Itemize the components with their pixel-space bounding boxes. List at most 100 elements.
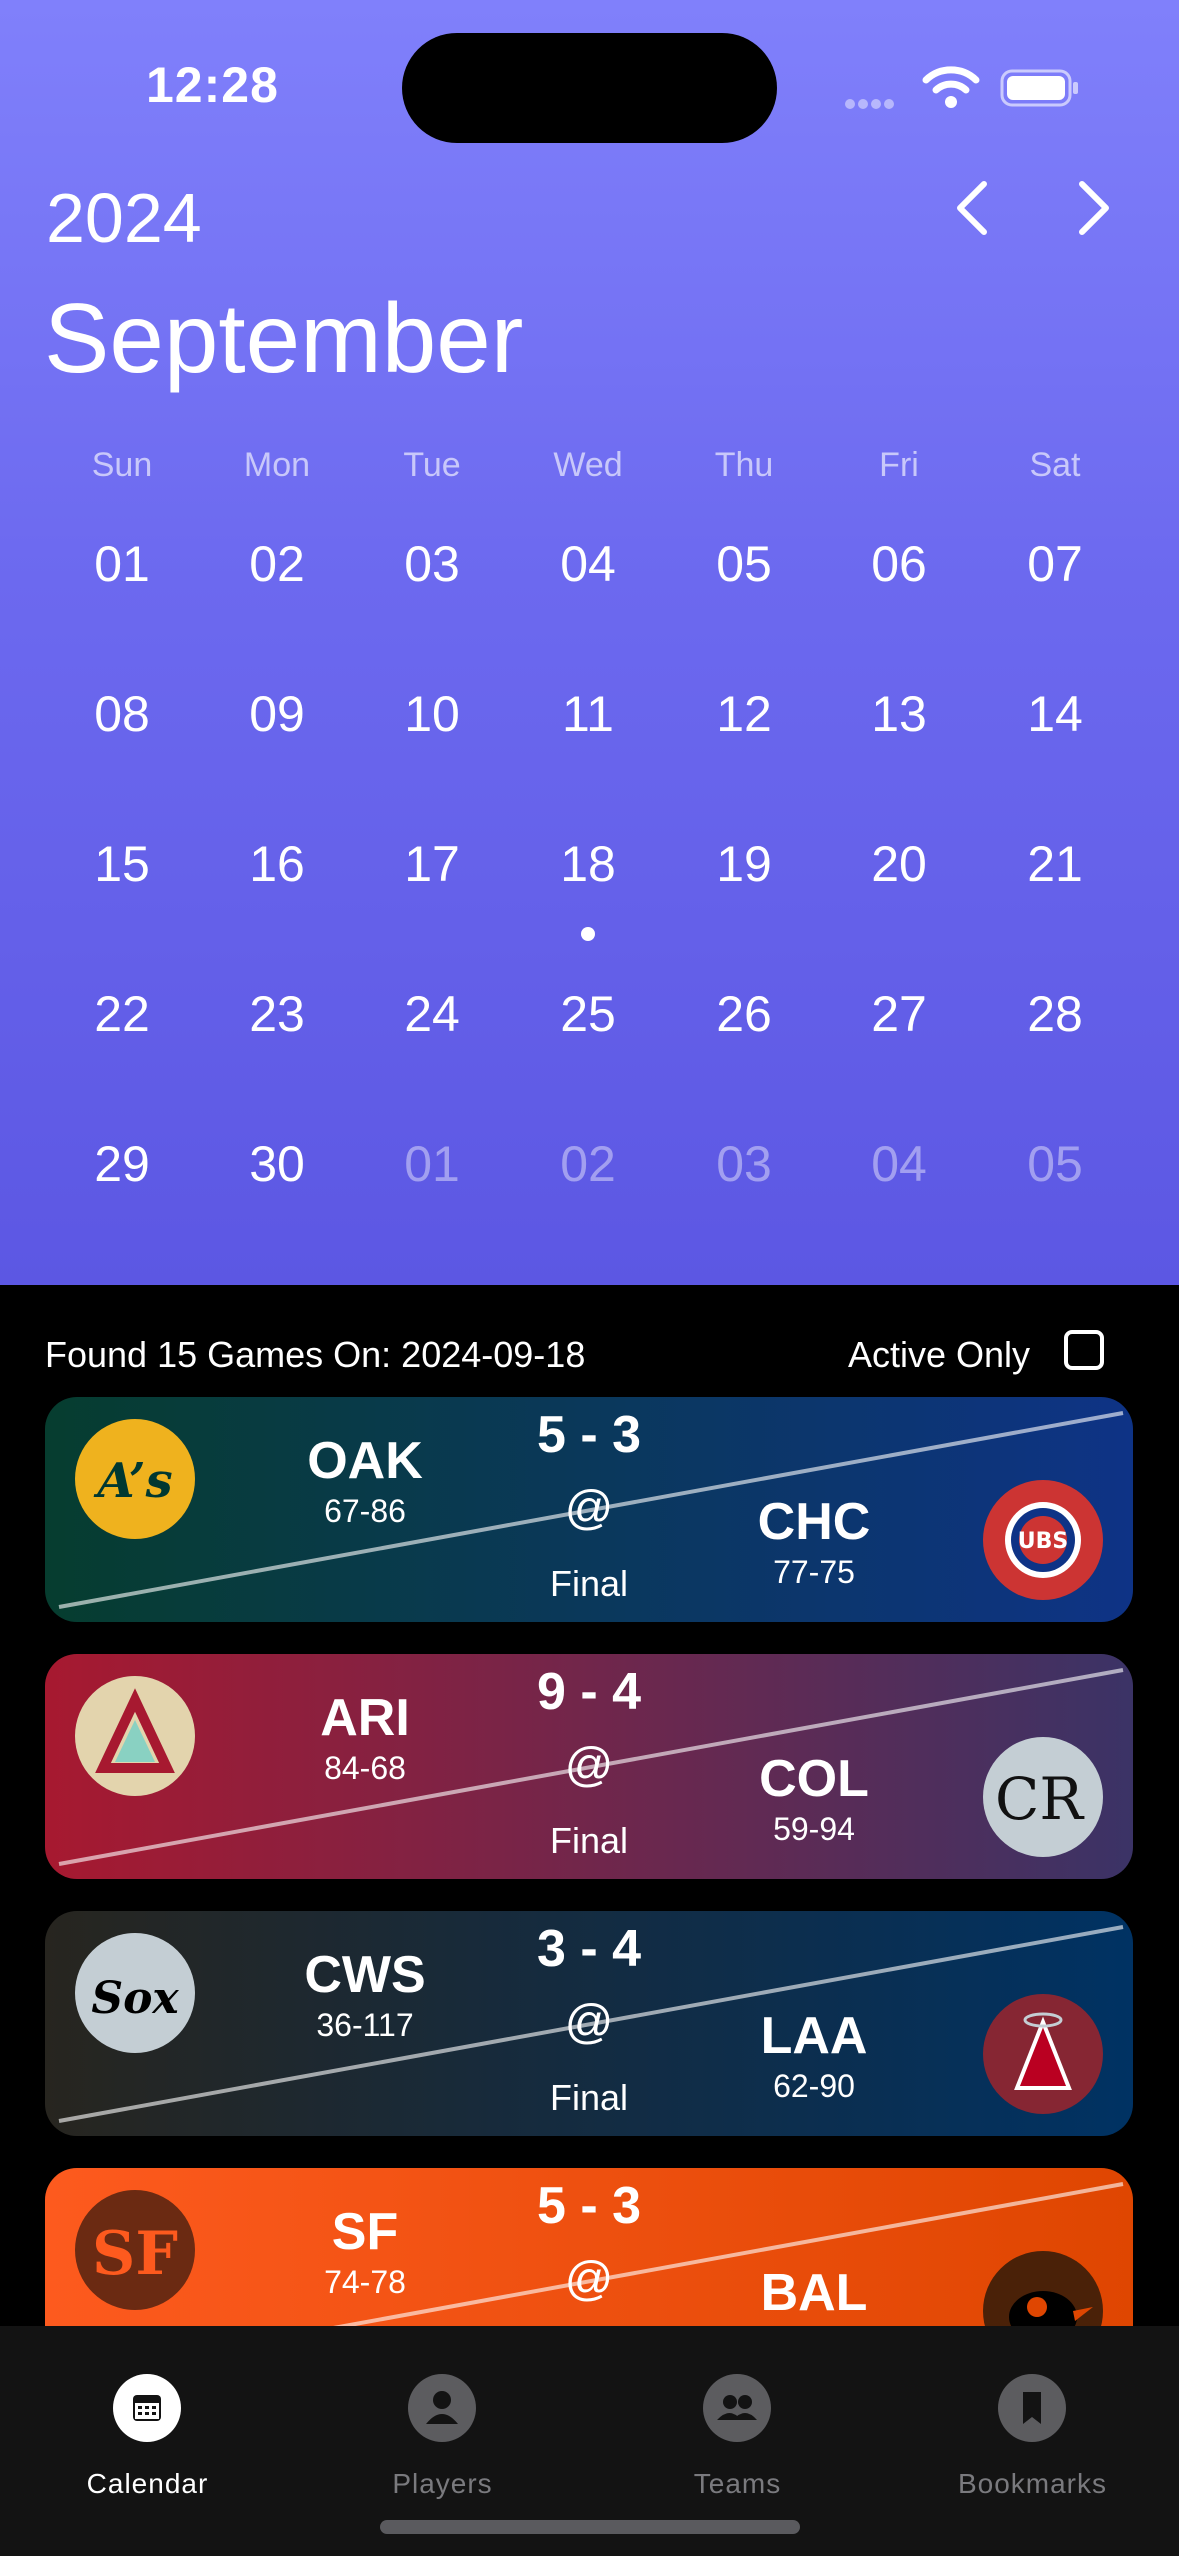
calendar-day-label: 30 [249,1136,305,1192]
calendar-day[interactable]: 19 [666,835,822,955]
away-team-record: 74-78 [324,2264,406,2300]
calendar-day[interactable]: 03 [354,535,510,655]
tab-players[interactable]: Players [295,2326,590,2526]
status-time: 12:28 [146,57,279,113]
person-icon [408,2374,476,2442]
calendar-day[interactable]: 17 [354,835,510,955]
calendar-day-label: 08 [94,686,150,742]
tab-calendar[interactable]: Calendar [0,2326,295,2526]
calendar-day[interactable]: 02 [510,1135,666,1255]
calendar-day[interactable]: 01 [44,535,200,655]
calendar-day[interactable]: 14 [977,685,1133,805]
calendar-day[interactable]: 23 [199,985,355,1105]
calendar-day-label: 23 [249,986,305,1042]
calendar-day[interactable]: 22 [44,985,200,1105]
wifi-icon [922,66,980,108]
battery-icon [1000,69,1078,107]
calendar-day[interactable]: 15 [44,835,200,955]
calendar-day[interactable]: 18 [510,835,666,955]
calendar-day[interactable]: 13 [821,685,977,805]
calendar-day[interactable]: 21 [977,835,1133,955]
calendar-month: September [44,283,524,393]
calendar-day[interactable]: 27 [821,985,977,1105]
calendar-day-label: 11 [562,686,614,742]
calendar-day[interactable]: 04 [821,1135,977,1255]
selected-day-dot [581,927,595,941]
svg-text:SF: SF [92,2219,178,2289]
calendar-day-label: 15 [94,836,150,892]
tab-teams[interactable]: Teams [590,2326,885,2526]
at-symbol: @ [564,1996,614,2049]
calendar-day-label: 18 [560,836,616,892]
calendar-day-label: 03 [716,1136,772,1192]
calendar-day[interactable]: 30 [199,1135,355,1255]
cellular-signal-icon [845,96,905,109]
calendar-day[interactable]: 08 [44,685,200,805]
previous-month-button[interactable] [944,178,1004,238]
calendar-day-label: 01 [94,536,150,592]
calendar-day[interactable]: 20 [821,835,977,955]
calendar-day[interactable]: 24 [354,985,510,1105]
weekday-label: Thu [714,446,774,484]
weekday-label: Fri [879,446,919,484]
at-symbol: @ [564,2253,614,2306]
tab-label: Players [392,2468,493,2499]
calendar-day-label: 21 [1027,836,1083,892]
calendar-day[interactable]: 03 [666,1135,822,1255]
calendar-day[interactable]: 07 [977,535,1133,655]
calendar-day[interactable]: 28 [977,985,1133,1105]
weekday-label: Tue [403,446,461,484]
calendar-day[interactable]: 11 [510,685,666,805]
calendar-day[interactable]: 16 [199,835,355,955]
away-team-record: 36-117 [316,2007,414,2043]
calendar-day[interactable]: 06 [821,535,977,655]
next-month-button[interactable] [1062,178,1122,238]
calendar-day[interactable]: 02 [199,535,355,655]
weekday-label: Mon [243,446,311,484]
calendar-day[interactable]: 09 [199,685,355,805]
game-card[interactable]: A’s UBS OAK 67-86 CHC 77-75 5 - 3 @ Final [45,1397,1133,1622]
calendar-day-label: 26 [716,986,772,1042]
calendar-day[interactable]: 29 [44,1135,200,1255]
calendar-day-label: 01 [404,1136,460,1192]
calendar-day-label: 16 [249,836,305,892]
calendar-day-label: 03 [404,536,460,592]
calendar-day[interactable]: 04 [510,535,666,655]
away-team-record: 67-86 [324,1493,406,1529]
away-team-abbr: OAK [307,1432,423,1490]
game-score: 5 - 3 [536,1406,642,1464]
game-status: Final [549,2077,629,2118]
calendar-day-label: 12 [716,686,772,742]
calendar-day[interactable]: 01 [354,1135,510,1255]
calendar-header: 12:28 2024 September Sun Mon Tue Wed Thu Fri S… [0,0,1179,1285]
home-team-record: 59-94 [773,1811,855,1847]
game-score: 9 - 4 [536,1663,642,1721]
game-card[interactable]: CR ARI 84-68 COL 59-94 9 - 4 @ Final [45,1654,1133,1879]
home-indicator[interactable] [380,2520,800,2534]
dynamic-island [402,33,777,143]
active-only-label: Active Only [848,1334,1031,1375]
games-found-label: Found 15 Games On: 2024-09-18 [45,1334,586,1375]
calendar-day-label: 05 [1027,1136,1083,1192]
calendar-day-label: 24 [404,986,460,1042]
calendar-day[interactable]: 12 [666,685,822,805]
calendar-day-label: 05 [716,536,772,592]
at-symbol: @ [564,1482,614,1535]
calendar-day[interactable]: 10 [354,685,510,805]
svg-text:Sox: Sox [91,1973,179,2024]
home-team-abbr: COL [759,1750,869,1808]
game-card[interactable]: Sox CWS 36-117 LAA 62-90 3 - 4 @ Final [45,1911,1133,2136]
active-only-checkbox[interactable] [1064,1330,1104,1370]
calendar-day-label: 10 [404,686,460,742]
calendar-day-label: 02 [560,1136,616,1192]
weekday-label: Sun [91,446,153,484]
home-team-record: 77-75 [773,1554,855,1590]
calendar-day[interactable]: 05 [977,1135,1133,1255]
game-score: 5 - 3 [536,2177,642,2235]
tab-bookmarks[interactable]: Bookmarks [885,2326,1179,2526]
away-team-abbr: ARI [320,1689,410,1747]
calendar-day[interactable]: 26 [666,985,822,1105]
calendar-day[interactable]: 05 [666,535,822,655]
calendar-day-label: 04 [560,536,616,592]
calendar-day[interactable]: 25 [510,985,666,1105]
